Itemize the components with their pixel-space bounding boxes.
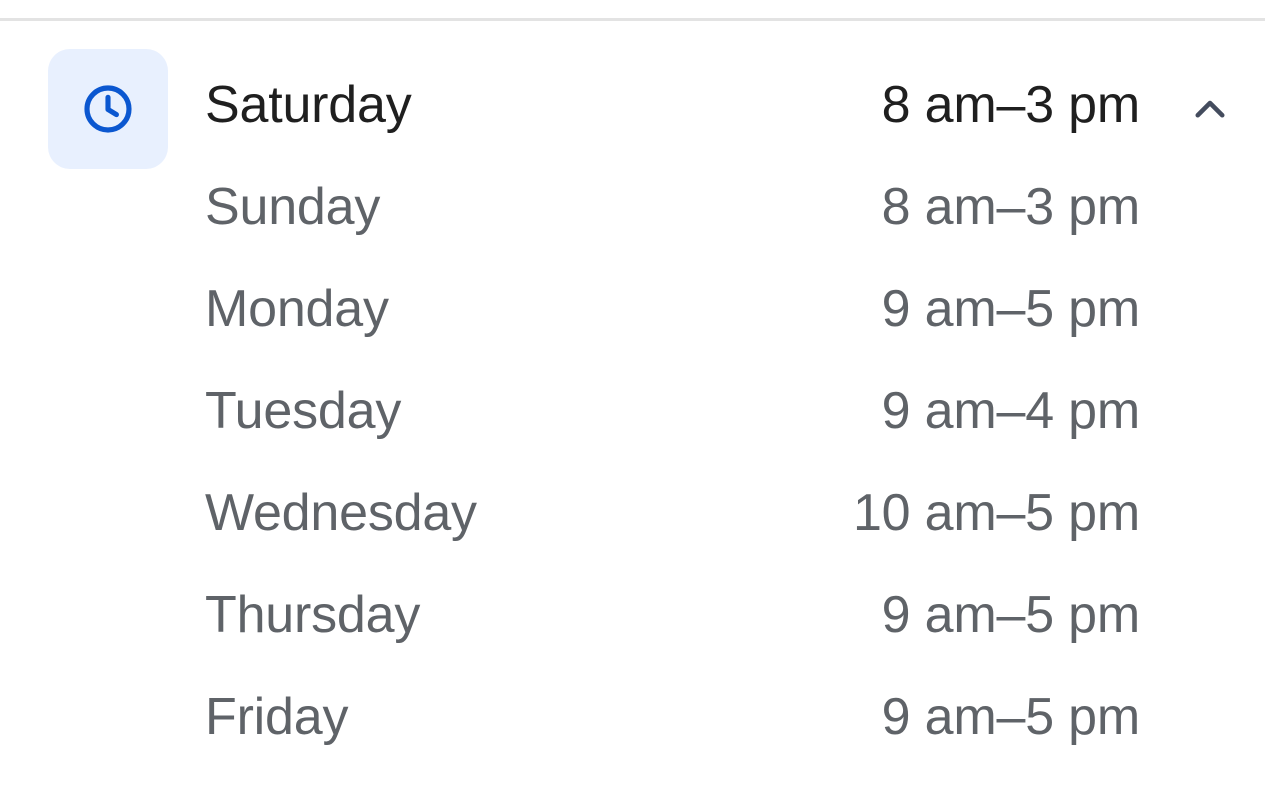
day-label: Sunday bbox=[205, 178, 381, 236]
hours-value: 9 am–4 pm bbox=[881, 382, 1141, 440]
top-divider bbox=[0, 18, 1265, 21]
collapse-hours-button[interactable] bbox=[1180, 80, 1240, 140]
hours-value: 8 am–3 pm bbox=[881, 178, 1141, 236]
hours-row-friday: Friday 9 am–5 pm bbox=[205, 666, 1140, 768]
clock-icon bbox=[84, 85, 132, 133]
hours-row-sunday: Sunday 8 am–3 pm bbox=[205, 156, 1140, 258]
day-label: Tuesday bbox=[205, 382, 402, 440]
hours-row-monday: Monday 9 am–5 pm bbox=[205, 258, 1140, 360]
chevron-up-icon bbox=[1195, 100, 1225, 118]
day-label: Wednesday bbox=[205, 484, 477, 542]
hours-value: 9 am–5 pm bbox=[881, 280, 1141, 338]
day-label: Monday bbox=[205, 280, 389, 338]
day-label: Thursday bbox=[205, 586, 421, 644]
opening-hours-list: Saturday 8 am–3 pm Sunday 8 am–3 pm Mond… bbox=[205, 54, 1140, 768]
clock-icon-tile bbox=[48, 49, 168, 169]
day-label: Friday bbox=[205, 688, 349, 746]
hours-value: 9 am–5 pm bbox=[881, 688, 1141, 746]
hours-row-tuesday: Tuesday 9 am–4 pm bbox=[205, 360, 1140, 462]
hours-row-thursday: Thursday 9 am–5 pm bbox=[205, 564, 1140, 666]
hours-value: 10 am–5 pm bbox=[852, 484, 1140, 542]
day-label: Saturday bbox=[205, 76, 412, 134]
hours-row-saturday: Saturday 8 am–3 pm bbox=[205, 54, 1140, 156]
hours-value: 9 am–5 pm bbox=[881, 586, 1141, 644]
hours-value: 8 am–3 pm bbox=[881, 76, 1141, 134]
hours-row-wednesday: Wednesday 10 am–5 pm bbox=[205, 462, 1140, 564]
